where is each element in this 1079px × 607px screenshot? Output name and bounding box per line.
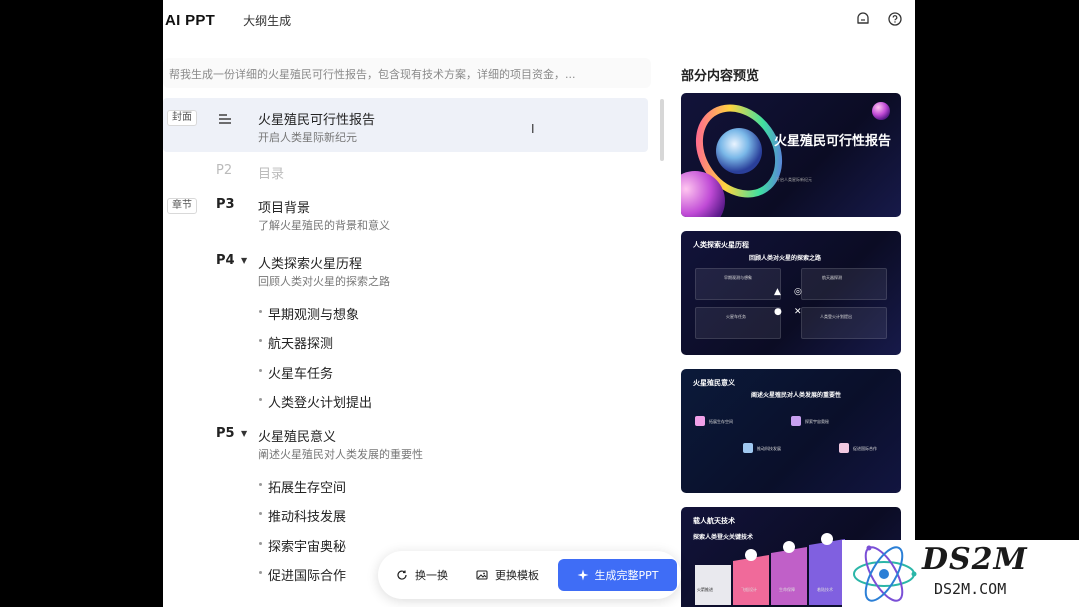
- collapse-icon[interactable]: ▼: [241, 429, 247, 438]
- slide2-card: 火星车任务: [695, 307, 781, 339]
- outline-list: 封面 火星殖民可行性报告 开启人类星际新纪元 I P2 目录 章节 P3 项目背…: [163, 96, 653, 607]
- outline-scrollbar[interactable]: [660, 99, 664, 161]
- slide2-title: 人类探索火星历程: [693, 241, 749, 249]
- slide-preview-significance[interactable]: 火星殖民意义 阐述火星殖民对人类发展的重要性 拓展生存空间 推动科技发展 探索宇…: [681, 369, 901, 493]
- rocket-icon: ▲: [774, 287, 781, 297]
- watermark-logo-text: DS2M: [922, 542, 1028, 577]
- slide2-card: 早期观测与想象: [695, 268, 781, 300]
- slide3-card-label: 拓展生存空间: [709, 419, 733, 424]
- p5-bullet[interactable]: 促进国际合作: [259, 565, 346, 584]
- slide3-title: 火星殖民意义: [693, 379, 735, 387]
- app-window: AI PPT 大纲生成 帮我生成一份详细的火星殖民可行性报告，包含现有技术方案，…: [163, 0, 915, 607]
- p3-subtitle[interactable]: 了解火星殖民的背景和意义: [258, 217, 390, 233]
- slide1-title: 火星殖民可行性报告: [774, 134, 892, 149]
- p5-bullet[interactable]: 探索宇宙奥秘: [259, 536, 346, 555]
- title-style-icon[interactable]: [218, 110, 232, 129]
- cover-title[interactable]: 火星殖民可行性报告: [258, 109, 375, 128]
- slide2-subtitle: 回顾人类对火星的探索之路: [749, 255, 822, 262]
- collapse-icon[interactable]: ▼: [241, 256, 247, 265]
- target-icon: ◎: [794, 287, 802, 297]
- cover-subtitle[interactable]: 开启人类星际新纪元: [258, 129, 357, 145]
- slide-preview-history[interactable]: 人类探索火星历程 回顾人类对火星的探索之路 早期观测与想象 航天器探测 火星车任…: [681, 231, 901, 355]
- swap-label: 换一换: [415, 569, 448, 582]
- atom-logo-icon: [853, 545, 917, 602]
- refresh-icon: [396, 569, 408, 581]
- change-template-label: 更换模板: [495, 569, 539, 582]
- p5-bullet[interactable]: 拓展生存空间: [259, 477, 346, 496]
- team-icon: ●: [774, 307, 782, 317]
- p2-number: P2: [216, 163, 233, 178]
- notification-icon[interactable]: [855, 11, 871, 27]
- slide2-card: 航天器探测: [801, 268, 887, 300]
- swap-button[interactable]: 换一换: [396, 561, 448, 589]
- generate-ppt-label: 生成完整PPT: [594, 569, 659, 582]
- outline-item-p4[interactable]: P4 ▼ 人类探索火星历程 回顾人类对火星的探索之路: [163, 250, 648, 292]
- slide4-step-label: 生命保障: [779, 587, 795, 592]
- slide3-card-label: 探索宇宙奥秘: [805, 419, 829, 424]
- p2-title[interactable]: 目录: [258, 163, 284, 182]
- generate-ppt-button[interactable]: 生成完整PPT: [558, 559, 677, 591]
- planet-illustration: [681, 102, 890, 217]
- slide2-card: 人类登火计划提出: [801, 307, 887, 339]
- page-title: 大纲生成: [243, 13, 292, 28]
- p4-bullet[interactable]: 火星车任务: [259, 363, 333, 382]
- slide3-marker: [743, 443, 753, 453]
- prompt-input[interactable]: 帮我生成一份详细的火星殖民可行性报告，包含现有技术方案，详细的项目资金，...: [163, 58, 651, 88]
- top-bar: AI PPT 大纲生成: [163, 0, 915, 40]
- slide4-step-label: 飞船设计: [741, 587, 757, 592]
- chapter-tag: 章节: [167, 198, 197, 214]
- slide3-marker: [695, 416, 705, 426]
- outline-item-p5[interactable]: P5 ▼ 火星殖民意义 阐述火星殖民对人类发展的重要性: [163, 423, 648, 465]
- outline-item-cover[interactable]: 封面 火星殖民可行性报告 开启人类星际新纪元 I: [163, 98, 648, 152]
- text-cursor-icon: I: [531, 122, 535, 136]
- help-icon[interactable]: [887, 11, 903, 27]
- action-toolbar: 换一换 更换模板 生成完整PPT: [378, 551, 681, 599]
- cover-tag: 封面: [167, 110, 197, 126]
- tools-icon: ✕: [794, 307, 802, 317]
- slide3-card-label: 促进国际合作: [853, 446, 877, 451]
- slide4-step-label: 着陆技术: [817, 587, 833, 592]
- p4-bullet[interactable]: 早期观测与想象: [259, 304, 359, 323]
- p3-number: P3: [216, 197, 235, 212]
- p4-title[interactable]: 人类探索火星历程: [258, 253, 362, 272]
- slide3-subtitle: 阐述火星殖民对人类发展的重要性: [751, 392, 842, 399]
- p4-bullet[interactable]: 人类登火计划提出: [259, 392, 372, 411]
- slide3-card-label: 推动科技发展: [757, 446, 781, 451]
- outline-item-p2[interactable]: P2 目录: [163, 158, 648, 184]
- slide1-subtitle: 开启人类星际新纪元: [776, 177, 812, 182]
- p5-bullet[interactable]: 推动科技发展: [259, 506, 346, 525]
- p4-number: P4: [216, 253, 235, 268]
- slide3-marker: [791, 416, 801, 426]
- p5-number: P5: [216, 426, 235, 441]
- sparkle-icon: [577, 569, 589, 581]
- outline-item-p3[interactable]: 章节 P3 项目背景 了解火星殖民的背景和意义: [163, 194, 648, 236]
- slide3-marker: [839, 443, 849, 453]
- p4-subtitle[interactable]: 回顾人类对火星的探索之路: [258, 273, 390, 289]
- watermark-url: DS2M.COM: [934, 580, 1007, 598]
- image-icon: [476, 569, 488, 581]
- slide-preview-cover[interactable]: 火星殖民可行性报告 开启人类星际新纪元: [681, 93, 901, 217]
- p5-subtitle[interactable]: 阐述火星殖民对人类发展的重要性: [258, 446, 423, 462]
- p4-bullet[interactable]: 航天器探测: [259, 333, 333, 352]
- change-template-button[interactable]: 更换模板: [476, 561, 539, 589]
- preview-heading: 部分内容预览: [681, 69, 760, 84]
- watermark: DS2M DS2M.COM: [842, 540, 1079, 607]
- brand-logo[interactable]: AI PPT: [165, 12, 215, 29]
- slide4-step-label: 火箭推进: [697, 587, 713, 592]
- p5-title[interactable]: 火星殖民意义: [258, 426, 336, 445]
- p3-title[interactable]: 项目背景: [258, 197, 310, 216]
